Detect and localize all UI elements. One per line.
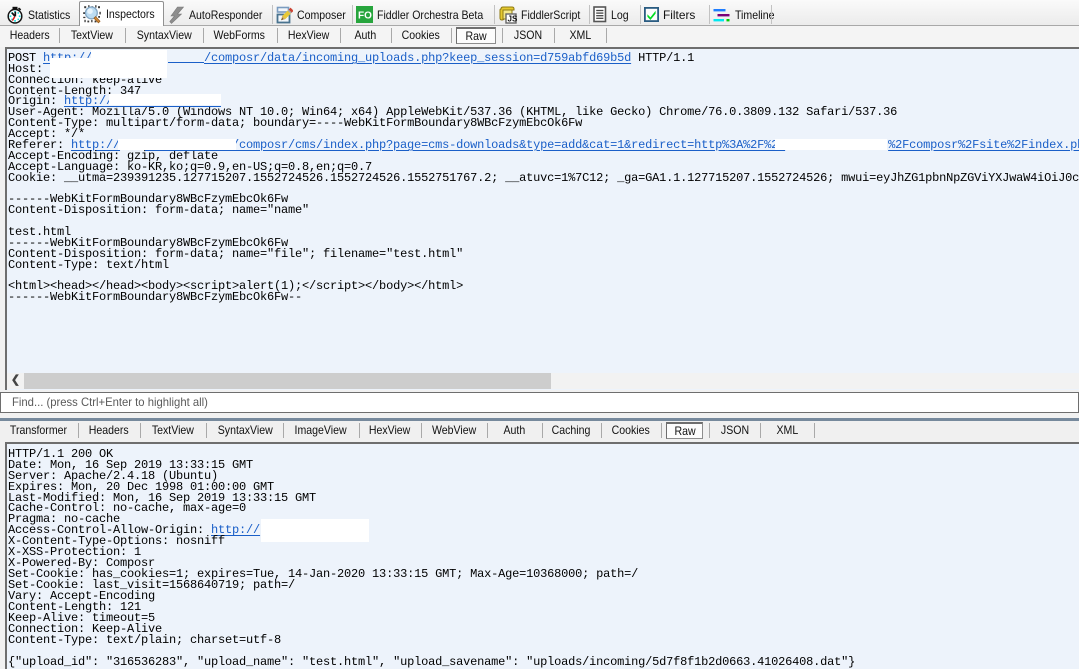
svg-text:JS: JS bbox=[508, 14, 518, 23]
svg-text:FO: FO bbox=[358, 11, 372, 22]
